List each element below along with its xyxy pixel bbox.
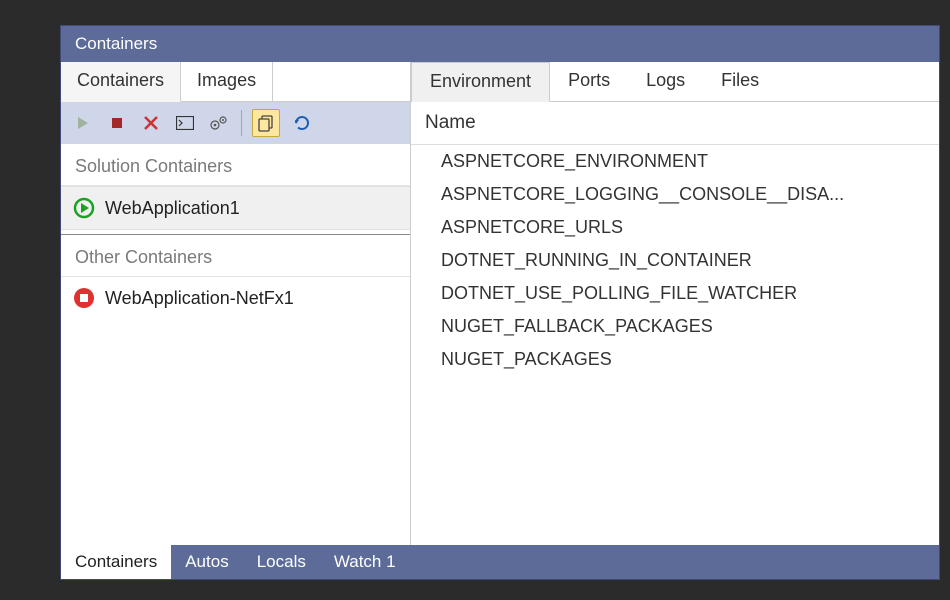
refresh-button[interactable] [290,111,314,135]
tab-files[interactable]: Files [703,62,777,102]
right-pane: Environment Ports Logs Files Name ASPNET… [411,62,939,545]
terminal-button[interactable] [173,111,197,135]
right-tabs: Environment Ports Logs Files [411,62,939,102]
env-var-row[interactable]: DOTNET_USE_POLLING_FILE_WATCHER [411,277,939,310]
tab-environment[interactable]: Environment [411,62,550,102]
env-var-row[interactable]: NUGET_FALLBACK_PACKAGES [411,310,939,343]
env-var-row[interactable]: ASPNETCORE_LOGGING__CONSOLE__DISA... [411,178,939,211]
stopped-status-icon [73,287,95,309]
tab-images[interactable]: Images [181,62,273,102]
tab-ports[interactable]: Ports [550,62,628,102]
bottom-tab-autos[interactable]: Autos [171,545,242,579]
window-title: Containers [75,34,157,54]
copy-icon [257,114,275,132]
env-list: ASPNETCORE_ENVIRONMENT ASPNETCORE_LOGGIN… [411,145,939,545]
container-item-webapplication-netfx1[interactable]: WebApplication-NetFx1 [61,277,410,319]
env-var-row[interactable]: NUGET_PACKAGES [411,343,939,376]
terminal-icon [176,116,194,130]
bottom-tab-watch1[interactable]: Watch 1 [320,545,410,579]
tab-logs[interactable]: Logs [628,62,703,102]
tab-containers[interactable]: Containers [61,62,181,102]
refresh-icon [293,114,311,132]
container-item-webapplication1[interactable]: WebApplication1 [61,186,410,230]
containers-window: Containers Containers Images [60,25,940,580]
env-var-row[interactable]: DOTNET_RUNNING_IN_CONTAINER [411,244,939,277]
other-containers-header: Other Containers [61,235,410,277]
container-name: WebApplication-NetFx1 [105,288,294,309]
x-icon [143,115,159,131]
stop-button[interactable] [105,111,129,135]
stop-icon [110,116,124,130]
toolbar-divider [241,110,242,136]
content-area: Containers Images [61,62,939,579]
title-bar: Containers [61,26,939,62]
env-var-row[interactable]: ASPNETCORE_URLS [411,211,939,244]
env-column-header[interactable]: Name [411,102,939,145]
container-name: WebApplication1 [105,198,240,219]
bottom-tab-locals[interactable]: Locals [243,545,320,579]
start-button[interactable] [71,111,95,135]
copy-button[interactable] [252,109,280,137]
solution-containers-header: Solution Containers [61,144,410,186]
settings-button[interactable] [207,111,231,135]
left-pane: Containers Images [61,62,411,545]
env-var-row[interactable]: ASPNETCORE_ENVIRONMENT [411,145,939,178]
running-status-icon [73,197,95,219]
delete-button[interactable] [139,111,163,135]
bottom-tab-containers[interactable]: Containers [61,545,171,579]
play-icon [76,116,90,130]
upper-area: Containers Images [61,62,939,545]
bottom-tool-tabs: Containers Autos Locals Watch 1 [61,545,939,579]
left-tabs: Containers Images [61,62,410,102]
gears-icon [209,114,229,132]
container-toolbar [61,102,410,144]
